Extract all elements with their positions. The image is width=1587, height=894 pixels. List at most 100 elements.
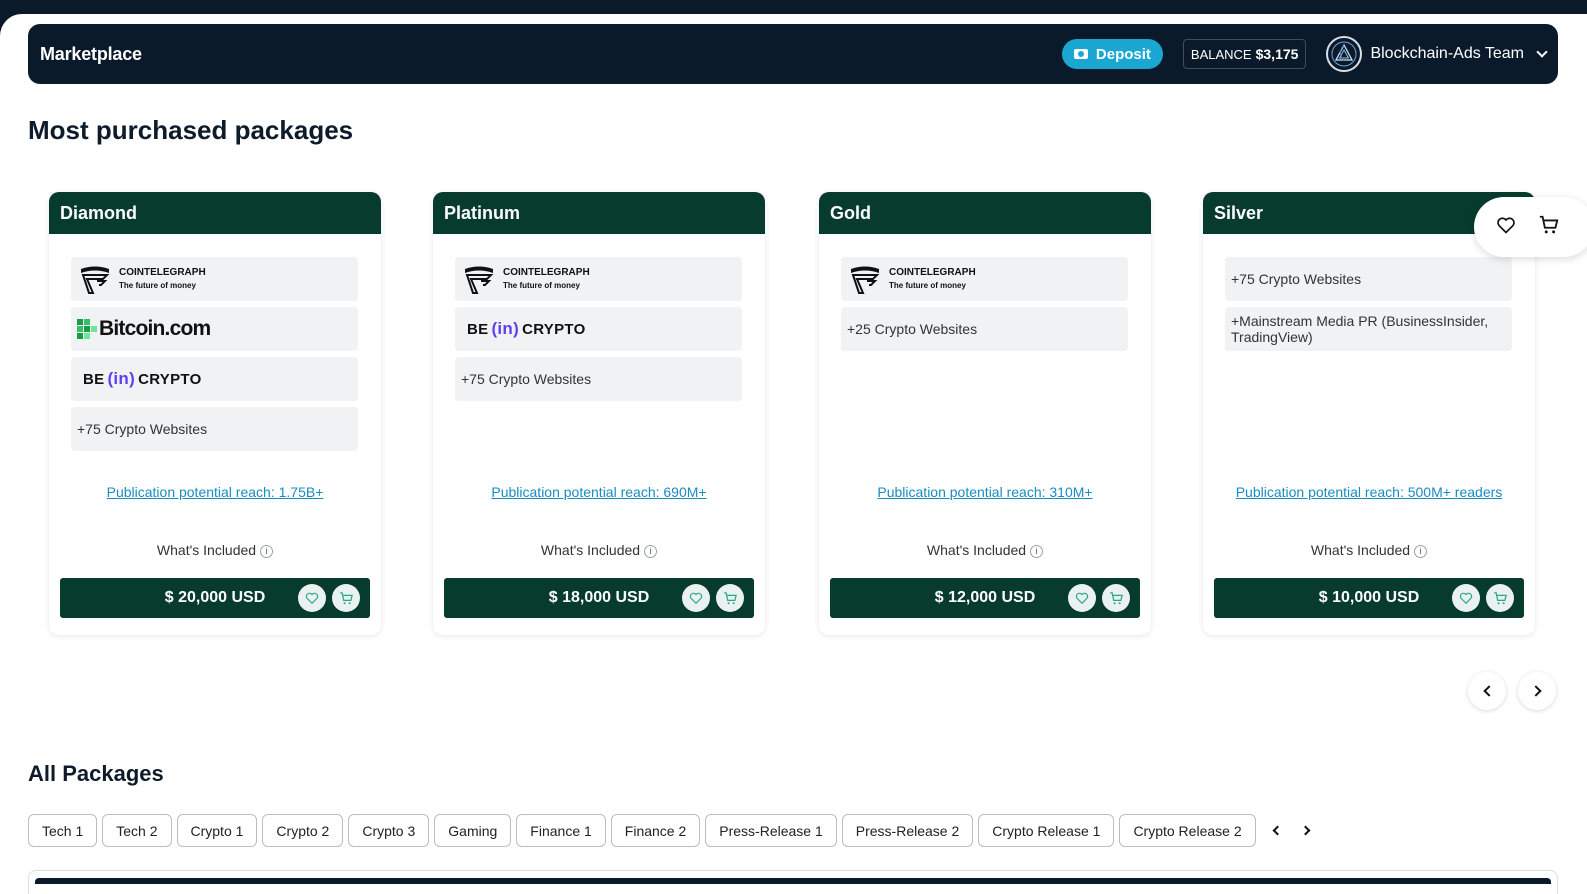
- feature-cointelegraph: COINTELEGRAPH The future of money: [71, 257, 358, 301]
- package-card-silver[interactable]: Silver +75 Crypto Websites +Mainstream M…: [1203, 192, 1535, 635]
- cointelegraph-icon: [81, 266, 110, 294]
- favorite-heart-icon[interactable]: [682, 584, 710, 612]
- price-bar: $ 18,000 USD: [444, 578, 754, 618]
- price-value: $ 10,000 USD: [1318, 589, 1420, 606]
- whats-included-label: What's Included: [540, 542, 641, 558]
- app-title: Marketplace: [40, 43, 142, 64]
- info-icon[interactable]: i: [1414, 544, 1428, 558]
- whats-included[interactable]: What's Included i: [49, 542, 381, 558]
- team-name: Blockchain-Ads Team: [1370, 45, 1524, 62]
- feature-text: +Mainstream Media PR (BusinessInsider, T…: [1225, 307, 1512, 351]
- whats-included-label: What's Included: [1310, 542, 1411, 558]
- add-to-cart-icon[interactable]: [716, 584, 744, 612]
- deposit-icon: [1073, 49, 1088, 59]
- tab-finance-1[interactable]: Finance 1: [516, 814, 606, 847]
- price-value: $ 18,000 USD: [548, 589, 650, 606]
- favorites-heart-icon[interactable]: [1496, 215, 1516, 240]
- beincrypto-logo: BE (in) CRYPTO: [77, 369, 202, 389]
- tab-finance-2[interactable]: Finance 2: [610, 814, 701, 847]
- info-icon[interactable]: i: [644, 544, 658, 558]
- carousel-next-button[interactable]: [1518, 672, 1556, 710]
- price-bar: $ 12,000 USD: [830, 578, 1140, 618]
- top-bar-actions: Deposit BALANCE $3,175 Blockchain-Ads Te…: [1061, 36, 1548, 72]
- balance-label: BALANCE: [1190, 46, 1252, 62]
- tab-crypto-release-2[interactable]: Crypto Release 2: [1119, 814, 1256, 847]
- package-card-diamond[interactable]: Diamond COINTELEGRAPH The future of mone…: [49, 192, 381, 635]
- package-card-platinum[interactable]: Platinum COINTELEGRAPH The future of mon…: [433, 192, 765, 635]
- beincrypto-crypto: CRYPTO: [138, 370, 202, 388]
- reach-link[interactable]: Publication potential reach: 1.75B+: [49, 484, 381, 500]
- tabs-prev-button[interactable]: [1265, 814, 1287, 847]
- tab-crypto-3[interactable]: Crypto 3: [348, 814, 430, 847]
- package-card-gold[interactable]: Gold COINTELEGRAPH The future of money +…: [819, 192, 1151, 635]
- feature-beincrypto: BE (in) CRYPTO: [455, 307, 742, 351]
- info-icon[interactable]: i: [260, 544, 274, 558]
- favorite-heart-icon[interactable]: [298, 584, 326, 612]
- tab-tech-2[interactable]: Tech 2: [102, 814, 172, 847]
- reach-link[interactable]: Publication potential reach: 690M+: [433, 484, 765, 500]
- cointelegraph-tagline: The future of money: [503, 281, 580, 290]
- cointelegraph-tagline: The future of money: [119, 281, 196, 290]
- deposit-label: Deposit: [1095, 45, 1151, 63]
- whats-included[interactable]: What's Included i: [1203, 542, 1535, 558]
- cointelegraph-name: COINTELEGRAPH: [119, 267, 206, 278]
- cointelegraph-tagline: The future of money: [889, 281, 966, 290]
- cart-icon[interactable]: [1538, 214, 1560, 241]
- tabs-next-button[interactable]: [1296, 814, 1318, 847]
- deposit-button[interactable]: Deposit: [1061, 39, 1163, 69]
- cointelegraph-logo: COINTELEGRAPH The future of money: [847, 263, 976, 295]
- beincrypto-logo: BE (in) CRYPTO: [461, 319, 586, 339]
- bitcoin-icon: [77, 319, 97, 339]
- cointelegraph-icon: [851, 266, 880, 294]
- most-purchased-heading: Most purchased packages: [28, 115, 354, 145]
- balance-display: BALANCE $3,175: [1182, 39, 1307, 69]
- bitcoin-logo: Bitcoin.com: [77, 317, 211, 341]
- add-to-cart-icon[interactable]: [1102, 584, 1130, 612]
- feature-text: +25 Crypto Websites: [841, 307, 1128, 351]
- feature-text: +75 Crypto Websites: [455, 357, 742, 401]
- beincrypto-crypto: CRYPTO: [522, 320, 586, 338]
- chevron-right-icon: [1529, 685, 1542, 697]
- reach-link[interactable]: Publication potential reach: 310M+: [819, 484, 1151, 500]
- top-bar: Marketplace Deposit BALANCE $3,175 Block…: [28, 24, 1558, 84]
- favorite-heart-icon[interactable]: [1068, 584, 1096, 612]
- carousel-prev-button[interactable]: [1468, 672, 1506, 710]
- package-title: Platinum: [433, 192, 765, 234]
- package-title: Gold: [819, 192, 1151, 234]
- chevron-right-icon: [1300, 825, 1311, 836]
- tab-crypto-1[interactable]: Crypto 1: [176, 814, 258, 847]
- tab-tech-1[interactable]: Tech 1: [28, 814, 98, 847]
- team-avatar-icon: [1326, 36, 1363, 72]
- price-bar: $ 20,000 USD: [60, 578, 370, 618]
- whats-included[interactable]: What's Included i: [433, 542, 765, 558]
- chevron-left-icon: [1482, 685, 1495, 697]
- whats-included-label: What's Included: [156, 542, 257, 558]
- reach-link[interactable]: Publication potential reach: 500M+ reade…: [1203, 484, 1535, 500]
- bitcoin-name: Bitcoin.com: [99, 317, 211, 340]
- balance-value: $3,175: [1255, 46, 1299, 62]
- whats-included[interactable]: What's Included i: [819, 542, 1151, 558]
- tab-crypto-release-1[interactable]: Crypto Release 1: [978, 814, 1115, 847]
- team-menu[interactable]: Blockchain-Ads Team: [1326, 36, 1548, 72]
- beincrypto-be: BE: [467, 320, 489, 338]
- tab-press-release-2[interactable]: Press-Release 2: [841, 814, 974, 847]
- info-icon[interactable]: i: [1030, 544, 1044, 558]
- page: Marketplace Deposit BALANCE $3,175 Block…: [0, 14, 1587, 894]
- feature-bitcoin: Bitcoin.com: [71, 307, 358, 351]
- cointelegraph-name: COINTELEGRAPH: [889, 267, 976, 278]
- package-carousel: Diamond COINTELEGRAPH The future of mone…: [49, 192, 1587, 638]
- tab-gaming[interactable]: Gaming: [434, 814, 512, 847]
- add-to-cart-icon[interactable]: [1486, 584, 1514, 612]
- feature-text: +75 Crypto Websites: [71, 407, 358, 451]
- tab-crypto-2[interactable]: Crypto 2: [262, 814, 344, 847]
- feature-beincrypto: BE (in) CRYPTO: [71, 357, 358, 401]
- beincrypto-in: (in): [107, 369, 136, 388]
- cointelegraph-icon: [465, 266, 494, 294]
- add-to-cart-icon[interactable]: [332, 584, 360, 612]
- favorite-heart-icon[interactable]: [1452, 584, 1480, 612]
- packages-table-container: [28, 870, 1558, 894]
- tab-press-release-1[interactable]: Press-Release 1: [705, 814, 837, 847]
- chevron-down-icon: [1536, 46, 1548, 58]
- feature-text: +75 Crypto Websites: [1225, 257, 1512, 301]
- feature-cointelegraph: COINTELEGRAPH The future of money: [841, 257, 1128, 301]
